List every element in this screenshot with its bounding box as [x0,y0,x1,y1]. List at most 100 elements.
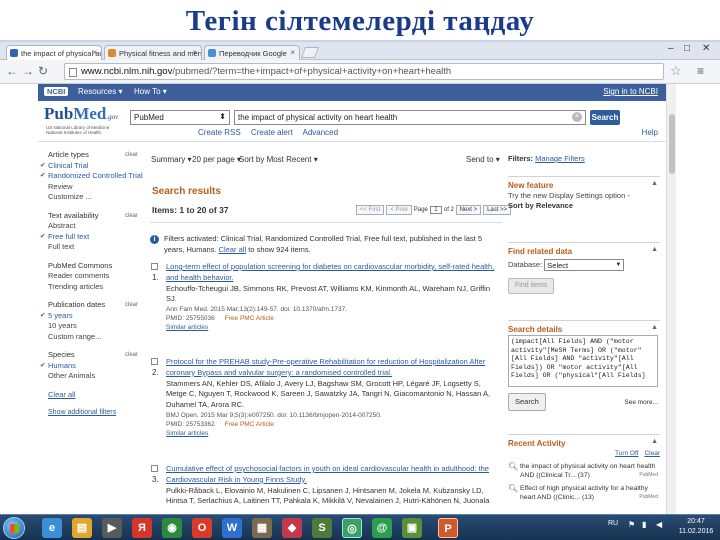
result-title-link[interactable]: Protocol for the PREHAB study-Pre-operat… [166,357,502,379]
advanced-link[interactable]: Advanced [303,128,339,137]
clear-filter-link[interactable]: clear [125,211,138,222]
clear-filter-link[interactable]: clear [125,350,138,361]
collapse-icon[interactable]: ▲ [651,323,658,333]
page-number-input[interactable]: 1 [429,206,442,214]
close-window-icon[interactable]: ✕ [702,43,710,54]
filter-10-years[interactable]: 10 years [38,321,144,332]
new-feature-option[interactable]: Sort by Relevance [508,201,660,211]
collapse-icon[interactable]: ▲ [651,437,658,447]
create-rss-link[interactable]: Create RSS [198,128,241,137]
sort-menu[interactable]: Sort by Most Recent ▾ [239,155,318,164]
filter-reader-comments[interactable]: Reader comments [38,271,144,282]
filter-custom-range[interactable]: Custom range... [38,332,144,343]
app-icon[interactable]: ◆ [282,518,302,538]
search-details-box[interactable]: (impact[All Fields] AND ("motor activity… [508,335,658,387]
system-clock[interactable]: 20:47 11.02.2016 [676,517,716,537]
address-bar[interactable]: www.ncbi.nlm.nih.gov/pubmed/?term=the+im… [64,63,664,80]
tab-physical-fitness[interactable]: Physical fitness and mental × [104,45,202,60]
create-alert-link[interactable]: Create alert [251,128,293,137]
close-tab-icon[interactable]: × [192,48,197,57]
related-database-select[interactable]: Select ▼ [544,259,625,271]
manage-filters-link[interactable]: Manage Filters [535,154,585,163]
ie-icon[interactable]: e [42,518,62,538]
language-indicator[interactable]: RU [608,520,618,527]
sign-in-link[interactable]: Sign in to NCBI [603,87,658,96]
help-link[interactable]: Help [642,128,658,137]
clear-search-icon[interactable]: × [572,112,582,122]
opera-icon[interactable]: O [192,518,212,538]
scrollbar-thumb[interactable] [669,114,675,174]
search-input[interactable]: the impact of physical activity on heart… [234,110,586,125]
turn-off-link[interactable]: Turn Off [615,450,638,457]
similar-articles-link[interactable]: Similar articles [166,323,502,333]
pubmed-logo[interactable]: PubMed.gov [44,104,118,124]
media-player-icon[interactable]: ▶ [102,518,122,538]
database-select[interactable]: PubMed ⬍ [130,110,230,125]
mail-icon[interactable]: @ [372,518,392,538]
filter-5-years[interactable]: 5 years [38,311,144,322]
new-tab-button[interactable] [300,47,320,58]
prev-page-button[interactable]: < Prev [386,205,412,215]
filter-review[interactable]: Review [38,182,144,193]
next-page-button[interactable]: Next > [455,205,482,215]
filter-rct[interactable]: Randomized Controlled Trial [38,171,144,182]
network-icon[interactable]: ▮ [642,520,646,529]
powerpoint-icon[interactable]: P [438,518,458,538]
clear-filter-link[interactable]: clear [125,150,138,161]
close-tab-icon[interactable]: × [290,48,295,57]
per-page-menu[interactable]: 20 per page ▾ [192,155,241,164]
format-menu[interactable]: Summary ▾ [151,155,191,164]
filter-other-animals[interactable]: Other Animals [38,371,144,382]
see-more-link[interactable]: See more... [624,398,658,408]
result-title-link[interactable]: Long-term effect of population screening… [166,262,502,284]
notepad-icon[interactable]: ▦ [252,518,272,538]
messenger-icon[interactable]: ◉ [162,518,182,538]
volume-icon[interactable]: ◀ [656,520,662,529]
howto-menu[interactable]: How To ▾ [134,87,167,96]
tray-flag-icon[interactable]: ⚑ [628,520,635,529]
yandex-icon[interactable]: Я [132,518,152,538]
tab-pubmed-search[interactable]: the impact of physical act × [6,45,102,60]
send-to-menu[interactable]: Send to ▾ [466,155,500,164]
free-pmc-link[interactable]: Free PMC Article [225,421,274,428]
folder-icon[interactable]: ▤ [72,518,92,538]
details-search-button[interactable]: Search [508,393,546,411]
filter-free-full-text[interactable]: Free full text [38,232,144,243]
show-additional-filters-link[interactable]: Show additional filters [38,408,144,419]
filter-abstract[interactable]: Abstract [38,221,144,232]
skype-icon[interactable]: S [312,518,332,538]
resources-menu[interactable]: Resources ▾ [78,87,122,96]
forward-arrow-icon[interactable]: → [22,64,34,78]
filter-humans[interactable]: Humans [38,361,144,372]
tab-google-translate[interactable]: Переводчик Google × [204,45,300,60]
back-arrow-icon[interactable]: ← [6,64,18,78]
chrome-icon[interactable]: ◎ [342,518,362,538]
maximize-icon[interactable]: □ [684,43,690,54]
ncbi-logo[interactable]: NCBI [44,87,69,96]
clear-activity-link[interactable]: Clear [644,450,660,457]
result-checkbox[interactable] [151,465,158,472]
clear-filter-link[interactable]: clear [125,300,138,311]
find-items-button[interactable]: Find items [508,278,555,294]
collapse-icon[interactable]: ▲ [651,245,658,255]
page-scrollbar[interactable] [666,84,676,514]
search-button[interactable]: Search [590,110,620,125]
filter-clinical-trial[interactable]: Clinical Trial [38,161,144,172]
reload-icon[interactable]: ↻ [38,64,48,78]
first-page-button[interactable]: << First [356,205,385,215]
browser-menu-icon[interactable]: ≡ [697,64,704,78]
result-title-link[interactable]: Cumulative effect of psychosocial factor… [166,464,502,486]
last-page-button[interactable]: Last >> [483,205,512,215]
recent-activity-item[interactable]: 🔍︎ the impact of physical activity on he… [508,462,660,480]
bookmark-star-icon[interactable]: ☆ [670,63,682,79]
clear-all-filters-link[interactable]: Clear all [38,390,144,401]
filter-trending-articles[interactable]: Trending articles [38,282,144,293]
result-checkbox[interactable] [151,358,158,365]
start-button[interactable] [3,517,25,539]
calendar-icon[interactable]: ▣ [402,518,422,538]
filter-full-text[interactable]: Full text [38,242,144,253]
recent-activity-item[interactable]: 🔍︎ Effect of high physical activity for … [508,484,660,502]
filter-customize[interactable]: Customize ... [38,192,144,203]
similar-articles-link[interactable]: Similar articles [166,429,502,439]
close-tab-icon[interactable]: × [92,48,97,57]
